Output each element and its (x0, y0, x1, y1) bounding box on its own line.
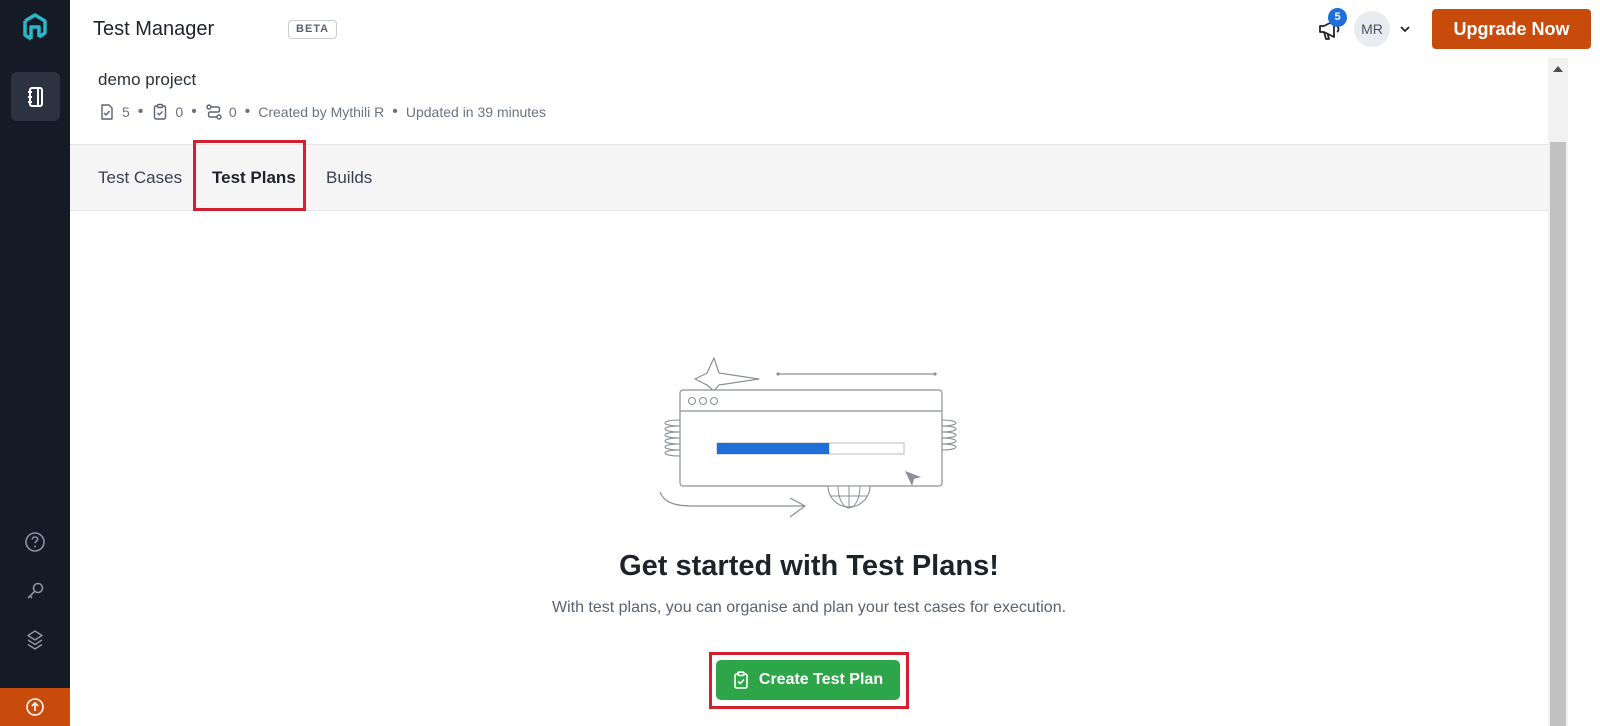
route-icon (206, 104, 222, 120)
highlight-box-button (709, 652, 909, 709)
app-title: Test Manager (93, 18, 215, 40)
upgrade-now-button[interactable]: Upgrade Now (1432, 9, 1591, 49)
test-case-icon (101, 104, 113, 120)
notification-count-badge: 5 (1328, 8, 1347, 27)
top-header: Test Manager BETA 5 MR Upgrade Now (70, 0, 1600, 58)
created-by: Created by Mythili R (258, 104, 385, 120)
test-cases-count: 5 (122, 104, 130, 120)
separator-dot: • (392, 103, 398, 120)
separator-dot: • (137, 103, 144, 120)
scroll-thumb[interactable] (1550, 142, 1566, 726)
key-icon[interactable] (22, 578, 48, 604)
integrations-icon[interactable] (22, 627, 48, 653)
beta-badge: BETA (288, 20, 338, 39)
test-manager-nav-button[interactable] (11, 72, 60, 121)
scroll-up-arrow-icon[interactable] (1553, 66, 1563, 72)
test-plans-count: 0 (175, 104, 184, 120)
project-meta: 5 • 0 • 0 • Created by Mythili R • Updat… (98, 103, 546, 121)
logo-icon[interactable] (19, 12, 51, 44)
avatar[interactable]: MR (1354, 11, 1390, 47)
upload-button[interactable] (0, 688, 70, 726)
notebook-icon (27, 86, 43, 107)
separator-dot: • (191, 103, 197, 120)
empty-state-description: With test plans, you can organise and pl… (551, 599, 1067, 616)
progress-bar-fill (717, 443, 830, 454)
left-sidebar (0, 0, 70, 726)
clipboard-check-icon (154, 103, 167, 120)
scrollbar[interactable] (1548, 58, 1568, 726)
arrow-up-circle-icon (26, 698, 44, 716)
updated-time: Updated in 39 minutes (405, 104, 546, 120)
tab-builds[interactable]: Builds (326, 145, 372, 211)
project-info: demo project 5 • 0 • 0 • Created by Myth… (70, 58, 1550, 144)
tab-test-cases[interactable]: Test Cases (98, 145, 182, 211)
highlight-box-tab (193, 140, 306, 211)
help-icon[interactable] (22, 529, 48, 555)
builds-count: 0 (228, 104, 237, 120)
test-plans-meta: 0 (151, 103, 183, 121)
separator-dot: • (244, 103, 251, 120)
builds-meta: 0 (205, 103, 237, 121)
test-cases-meta: 5 (98, 103, 130, 121)
project-name: demo project (98, 70, 197, 89)
empty-state-title: Get started with Test Plans! (619, 550, 999, 582)
empty-state-illustration (659, 357, 957, 518)
chevron-down-icon[interactable] (1398, 22, 1412, 36)
